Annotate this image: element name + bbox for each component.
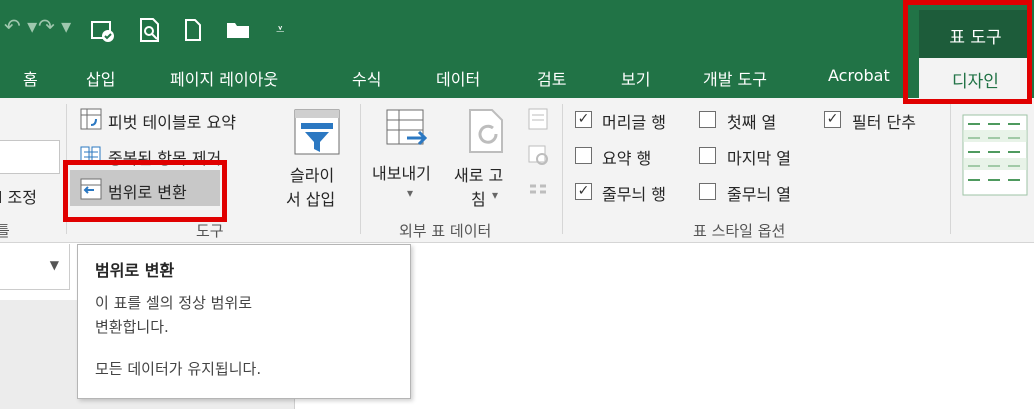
ribbon-tabs: 홈 삽입 페이지 레이아웃 수식 데이터 검토 보기 개발 도구 Acrobat (0, 58, 1034, 98)
open-browser-icon[interactable] (527, 144, 549, 166)
design-tab-highlight-box (903, 0, 1032, 104)
refresh-label-2[interactable]: 침 (471, 186, 486, 210)
slicer-label-2[interactable]: 서 삽입 (286, 186, 335, 210)
print-preview-icon[interactable] (138, 17, 162, 43)
total-row-checkbox[interactable] (575, 147, 592, 164)
export-dropdown-icon[interactable]: ▾ (407, 186, 413, 200)
tab-data[interactable]: 데이터 (436, 66, 480, 90)
resize-table-label[interactable]: l 조정 (0, 184, 37, 208)
export-icon (386, 109, 428, 146)
banded-rows-checkbox[interactable]: ✓ (575, 183, 592, 200)
new-file-icon[interactable] (183, 18, 203, 42)
tooltip-title: 범위로 변환 (95, 261, 175, 280)
tools-group-label: 도구 (196, 222, 224, 240)
header-row-label: 머리글 행 (602, 113, 666, 132)
last-column-label: 마지막 열 (727, 149, 791, 168)
last-column-checkbox[interactable] (699, 147, 716, 164)
tab-review[interactable]: 검토 (537, 66, 566, 90)
slicer-label-1[interactable]: 슬라이 (290, 162, 334, 186)
tab-home[interactable]: 홈 (23, 66, 38, 90)
slicer-icon (294, 109, 340, 155)
unlink-icon[interactable] (527, 178, 549, 200)
tooltip-description-2: 변환합니다. (95, 318, 169, 336)
banded-columns-label: 줄무늬 열 (727, 185, 791, 204)
properties-icon[interactable] (527, 108, 549, 130)
first-column-checkbox[interactable] (699, 111, 716, 128)
tab-acrobat[interactable]: Acrobat (828, 66, 890, 85)
convert-to-range-highlight-box (63, 160, 227, 222)
separator (562, 104, 563, 234)
title-bar: ↶ ▾ ↷ ▾ ⩡ 표 도구 (0, 0, 1034, 60)
table-style-preview[interactable] (962, 114, 1028, 196)
pivot-table-icon (80, 108, 102, 130)
banded-rows-label: 줄무늬 행 (602, 185, 666, 204)
refresh-dropdown-icon[interactable]: ▾ (492, 188, 498, 202)
external-data-group-label: 외부 표 데이터 (399, 222, 492, 240)
refresh-label-1[interactable]: 새로 고 (454, 162, 503, 186)
header-row-checkbox[interactable]: ✓ (575, 111, 592, 128)
tab-page-layout[interactable]: 페이지 레이아웃 (170, 66, 278, 90)
tooltip-description-3: 모든 데이터가 유지됩니다. (95, 360, 262, 378)
properties-group-label: 틀 (0, 222, 10, 240)
name-box[interactable]: ▼ (0, 244, 70, 290)
tooltip-description-1: 이 표를 셀의 정상 범위로 (95, 294, 253, 312)
save-check-icon[interactable] (90, 18, 116, 44)
separator (950, 104, 951, 234)
first-column-label: 첫째 열 (727, 113, 777, 132)
separator (360, 104, 361, 234)
export-label[interactable]: 내보내기 (372, 160, 431, 184)
filter-button-checkbox[interactable]: ✓ (824, 111, 841, 128)
partial-input[interactable] (0, 140, 60, 174)
filter-button-label: 필터 단추 (852, 113, 916, 132)
tab-formulas[interactable]: 수식 (352, 66, 381, 90)
tab-developer[interactable]: 개발 도구 (703, 66, 767, 90)
tab-insert[interactable]: 삽입 (86, 66, 115, 90)
redo-icon[interactable]: ↷ ▾ (38, 14, 71, 38)
total-row-label: 요약 행 (602, 149, 652, 168)
tab-view[interactable]: 보기 (621, 66, 650, 90)
name-box-dropdown-icon[interactable]: ▼ (50, 258, 59, 272)
customize-qat-icon[interactable]: ⩡ (276, 20, 284, 38)
pivot-summary-button[interactable]: 피벗 테이블로 요약 (108, 109, 236, 133)
banded-columns-checkbox[interactable] (699, 183, 716, 200)
tooltip: 범위로 변환 이 표를 셀의 정상 범위로 변환합니다. 모든 데이터가 유지됩… (77, 244, 411, 399)
open-folder-icon[interactable] (225, 20, 253, 40)
undo-icon[interactable]: ↶ ▾ (4, 14, 37, 38)
refresh-icon (469, 109, 503, 153)
style-options-group-label: 표 스타일 옵션 (693, 222, 786, 240)
